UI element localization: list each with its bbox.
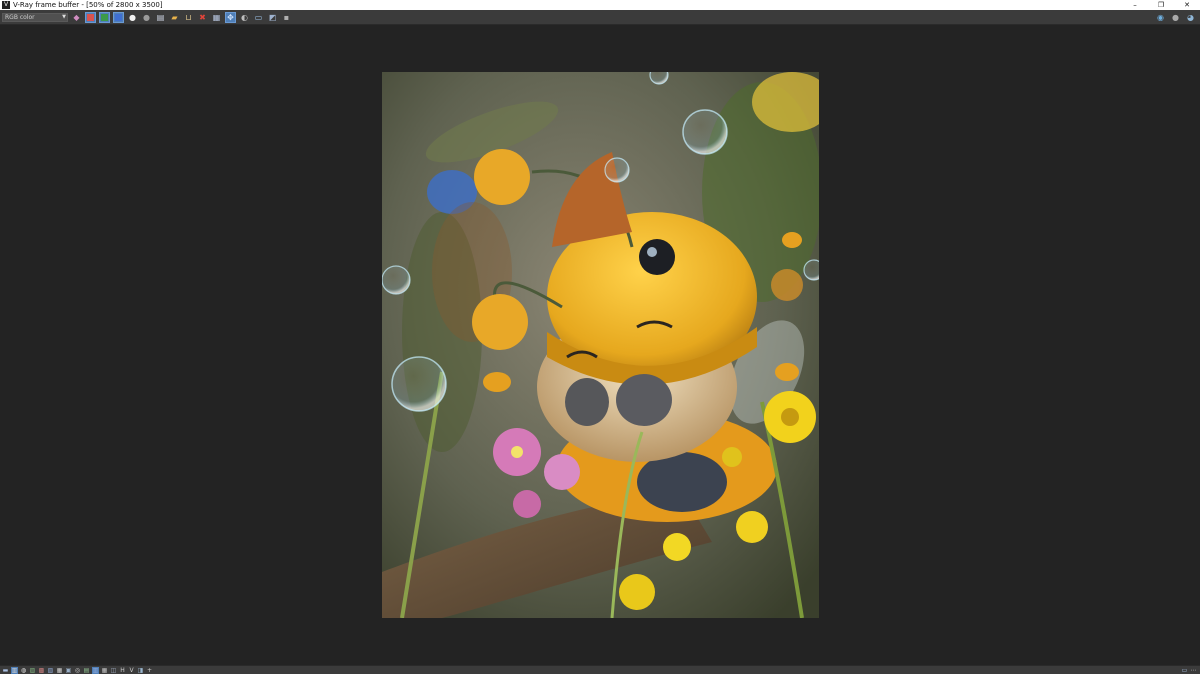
channel-select-value: RGB color bbox=[5, 13, 35, 21]
history-icon: ◐ bbox=[241, 12, 248, 22]
vfb-settings-button[interactable]: ◩ bbox=[267, 12, 278, 23]
srgb-icon: ▦ bbox=[101, 666, 108, 674]
window-button[interactable]: ▭ bbox=[1181, 667, 1188, 674]
history-button[interactable]: ◐ bbox=[239, 12, 250, 23]
white-dot-icon: ● bbox=[129, 12, 136, 22]
vfb-statusbar: ▬ ▥ ◍ ▨ ▩ ▧ ▦ ▣ ◎ ▤ ▥ ▦ ◫ H V ◨ + ▭ ⋯ bbox=[0, 665, 1200, 674]
red-channel-button[interactable] bbox=[85, 11, 96, 23]
color-balance-button[interactable]: ▧ bbox=[47, 667, 54, 674]
channel-select[interactable]: RGB color ▼ bbox=[2, 12, 68, 22]
plus-button[interactable]: + bbox=[146, 667, 153, 674]
display-button[interactable]: ▭ bbox=[253, 12, 264, 23]
clear-icon: ⊔ bbox=[185, 12, 192, 22]
h-icon: H bbox=[120, 666, 125, 674]
v-icon: V bbox=[129, 666, 134, 674]
open-folder-icon: ▰ bbox=[171, 12, 178, 22]
color-balance-icon: ▧ bbox=[47, 666, 54, 674]
ocio-button[interactable]: ▥ bbox=[92, 666, 99, 674]
statusbar-right-buttons: ▭ ⋯ bbox=[1179, 667, 1197, 674]
save-button[interactable]: ▤ bbox=[155, 12, 166, 23]
track-mouse-icon: ✥ bbox=[227, 12, 234, 22]
exposure-button[interactable]: ◍ bbox=[20, 667, 27, 674]
plus-icon: + bbox=[146, 666, 153, 674]
window-icon: ▭ bbox=[1181, 666, 1188, 674]
vfb-toolbar: RGB color ▼ ◆ ● ● ▤ ▰ ⊔ ✖ ▦ ✥ ◐ ▭ ◩ ▪ ◉ ● ◕ bbox=[0, 10, 1200, 25]
sphere-icon: ● bbox=[1172, 12, 1179, 22]
window-controls: – ❐ ✕ bbox=[1122, 0, 1200, 10]
render-button[interactable]: ◕ bbox=[1185, 12, 1196, 23]
white-balance-icon: ▨ bbox=[29, 666, 36, 674]
curves-button[interactable]: ▦ bbox=[56, 667, 63, 674]
ab-button[interactable]: ◨ bbox=[137, 667, 144, 674]
window-title: V-Ray frame buffer - [50% of 2800 x 3500… bbox=[13, 1, 163, 9]
window-titlebar[interactable]: V V-Ray frame buffer - [50% of 2800 x 35… bbox=[0, 0, 1200, 10]
rendered-image-picture bbox=[382, 72, 819, 618]
sphere-button[interactable]: ● bbox=[1170, 12, 1181, 23]
bg-image-icon: ▣ bbox=[65, 666, 72, 674]
display-icon: ▭ bbox=[254, 12, 263, 22]
open-folder-button[interactable]: ▰ bbox=[169, 12, 180, 23]
v-button[interactable]: V bbox=[128, 667, 135, 674]
region-button[interactable]: ▦ bbox=[211, 12, 222, 23]
levels-button[interactable]: ▥ bbox=[11, 666, 18, 674]
icc-icon: ▤ bbox=[83, 666, 90, 674]
corrections-button[interactable]: ▬ bbox=[2, 667, 9, 674]
render-icon: ◕ bbox=[1187, 12, 1194, 22]
teapot-icon: ◉ bbox=[1157, 12, 1164, 22]
lut-icon: ◎ bbox=[74, 666, 81, 674]
ab-icon: ◨ bbox=[137, 666, 144, 674]
lens-effects-icon: ▪ bbox=[283, 12, 290, 22]
green-channel-button[interactable] bbox=[99, 11, 110, 23]
lut-button[interactable]: ◎ bbox=[74, 667, 81, 674]
toolbar-buttons: ◆ ● ● ▤ ▰ ⊔ ✖ ▦ ✥ ◐ ▭ ◩ ▪ bbox=[68, 11, 292, 23]
white-balance-button[interactable]: ▨ bbox=[29, 667, 36, 674]
h-button[interactable]: H bbox=[119, 667, 126, 674]
info-button[interactable]: ⋯ bbox=[1190, 667, 1197, 674]
rendered-image[interactable] bbox=[382, 72, 819, 618]
track-mouse-button[interactable]: ✥ bbox=[225, 11, 236, 23]
blue-channel-icon bbox=[115, 13, 122, 21]
compare-button[interactable]: ◫ bbox=[110, 667, 117, 674]
info-icon: ⋯ bbox=[1190, 666, 1197, 674]
levels-icon: ▥ bbox=[11, 666, 18, 674]
hue-button[interactable]: ▩ bbox=[38, 667, 45, 674]
restore-button[interactable]: ❐ bbox=[1148, 0, 1174, 10]
grey-dot-icon: ● bbox=[143, 12, 150, 22]
teapot-button[interactable]: ◉ bbox=[1155, 12, 1166, 23]
minimize-button[interactable]: – bbox=[1122, 0, 1148, 10]
curves-icon: ▦ bbox=[56, 666, 63, 674]
close-button[interactable]: ✕ bbox=[1174, 0, 1200, 10]
channels-icon: ◆ bbox=[73, 12, 80, 22]
vfb-settings-icon: ◩ bbox=[268, 12, 277, 22]
srgb-button[interactable]: ▦ bbox=[101, 667, 108, 674]
region-icon: ▦ bbox=[212, 12, 221, 22]
toolbar-right-buttons: ◉ ● ◕ bbox=[1151, 12, 1196, 23]
blue-channel-button[interactable] bbox=[113, 11, 124, 23]
white-dot-button[interactable]: ● bbox=[127, 12, 138, 23]
red-channel-icon bbox=[87, 13, 94, 21]
chevron-down-icon: ▼ bbox=[62, 13, 66, 20]
save-icon: ▤ bbox=[156, 12, 165, 22]
exposure-icon: ◍ bbox=[20, 666, 27, 674]
channels-button[interactable]: ◆ bbox=[71, 12, 82, 23]
grey-dot-button[interactable]: ● bbox=[141, 12, 152, 23]
vray-logo-icon: V bbox=[2, 1, 10, 9]
compare-icon: ◫ bbox=[110, 666, 117, 674]
clear-button[interactable]: ⊔ bbox=[183, 12, 194, 23]
stop-render-button[interactable]: ✖ bbox=[197, 12, 208, 23]
lens-effects-button[interactable]: ▪ bbox=[281, 12, 292, 23]
icc-button[interactable]: ▤ bbox=[83, 667, 90, 674]
bg-image-button[interactable]: ▣ bbox=[65, 667, 72, 674]
ocio-icon: ▥ bbox=[92, 666, 99, 674]
green-channel-icon bbox=[101, 13, 108, 21]
stop-render-icon: ✖ bbox=[199, 12, 206, 22]
statusbar-buttons: ▬ ▥ ◍ ▨ ▩ ▧ ▦ ▣ ◎ ▤ ▥ ▦ ◫ H V ◨ + bbox=[0, 666, 153, 674]
corrections-icon: ▬ bbox=[2, 666, 9, 674]
hue-icon: ▩ bbox=[38, 666, 45, 674]
render-viewport[interactable] bbox=[0, 25, 1200, 665]
